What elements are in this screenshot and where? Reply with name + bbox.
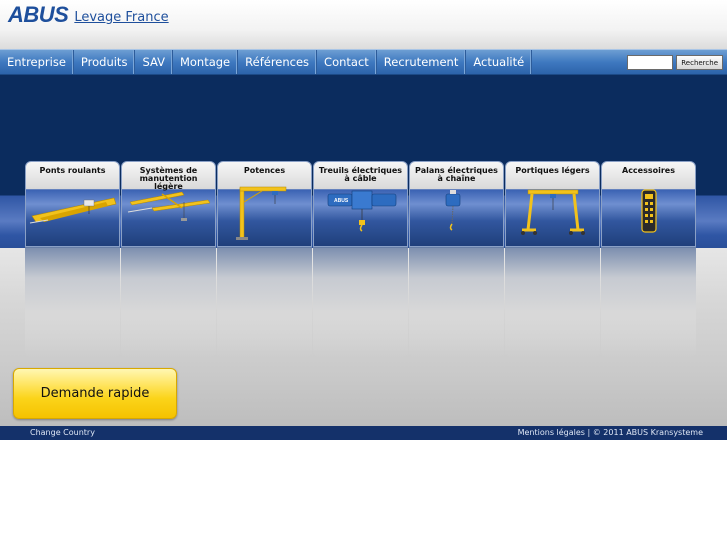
change-country-link[interactable]: Change Country	[30, 428, 95, 437]
logo-subtitle: Levage France	[74, 10, 169, 25]
footer-separator: |	[584, 428, 593, 437]
main-navigation: Entreprise Produits SAV Montage Référenc…	[0, 49, 727, 75]
copyright-text: © 2011 ABUS Kransysteme	[592, 428, 703, 437]
product-label: Treuils électriques à câble	[318, 166, 403, 183]
nav-item-recrutement[interactable]: Recrutement	[377, 50, 467, 74]
product-tile-treuils-electriques[interactable]: Treuils électriques à câble ABUS	[313, 161, 408, 247]
quick-request-button[interactable]: Demande rapide	[13, 368, 177, 419]
product-tile-ponts-roulants[interactable]: Ponts roulants	[25, 161, 120, 247]
light-gantry-icon	[521, 189, 585, 235]
nav-item-sav[interactable]: SAV	[135, 50, 173, 74]
product-tile-systemes-manutention[interactable]: Systèmes de manutention légère	[121, 161, 216, 247]
tile-reflection	[313, 247, 408, 357]
abus-logo[interactable]: ABUS Levage France	[8, 4, 169, 26]
overhead-crane-icon	[29, 197, 117, 224]
nav-item-entreprise[interactable]: Entreprise	[0, 50, 74, 74]
search-input[interactable]	[627, 55, 674, 70]
header: ABUS Levage France	[0, 0, 727, 49]
tile-reflection	[217, 247, 312, 357]
nav-item-actualite[interactable]: Actualité	[466, 50, 533, 74]
product-tile-portiques-legers[interactable]: Portiques légers	[505, 161, 600, 247]
logo-mark: ABUS	[8, 2, 69, 27]
nav-item-references[interactable]: Références	[238, 50, 318, 74]
nav-item-contact[interactable]: Contact	[317, 50, 377, 74]
page: ABUS Levage France Entreprise Produits S…	[0, 0, 727, 440]
tile-reflection	[505, 247, 600, 357]
product-label: Portiques légers	[515, 166, 590, 175]
product-label: Palans électriques à chaîne	[415, 166, 498, 183]
light-handling-system-icon	[127, 191, 211, 221]
tile-reflection	[25, 247, 120, 357]
product-tile-potences[interactable]: Potences	[217, 161, 312, 247]
search-button[interactable]: Recherche	[676, 55, 723, 70]
footer: Change Country Mentions légales | © 2011…	[0, 426, 727, 440]
remote-control-icon	[641, 189, 657, 233]
tile-reflection	[121, 247, 216, 357]
nav-item-produits[interactable]: Produits	[74, 50, 136, 74]
footer-right: Mentions légales | © 2011 ABUS Kransyste…	[518, 428, 703, 437]
chain-hoist-icon	[445, 190, 461, 231]
legal-notice-link[interactable]: Mentions légales	[518, 428, 585, 437]
product-tile-accessoires[interactable]: Accessoires	[601, 161, 696, 247]
search-area: Recherche	[627, 55, 723, 70]
product-label: Accessoires	[622, 166, 675, 175]
product-tile-palans-electriques[interactable]: Palans électriques à chaîne	[409, 161, 504, 247]
tile-reflection	[409, 247, 504, 357]
wire-rope-hoist-icon: ABUS	[327, 190, 397, 232]
tile-reflection	[601, 247, 696, 357]
nav-item-montage[interactable]: Montage	[173, 50, 239, 74]
svg-text:ABUS: ABUS	[334, 198, 349, 204]
product-label: Potences	[243, 166, 286, 175]
jib-crane-icon	[236, 186, 287, 240]
product-label: Ponts roulants	[39, 166, 106, 175]
